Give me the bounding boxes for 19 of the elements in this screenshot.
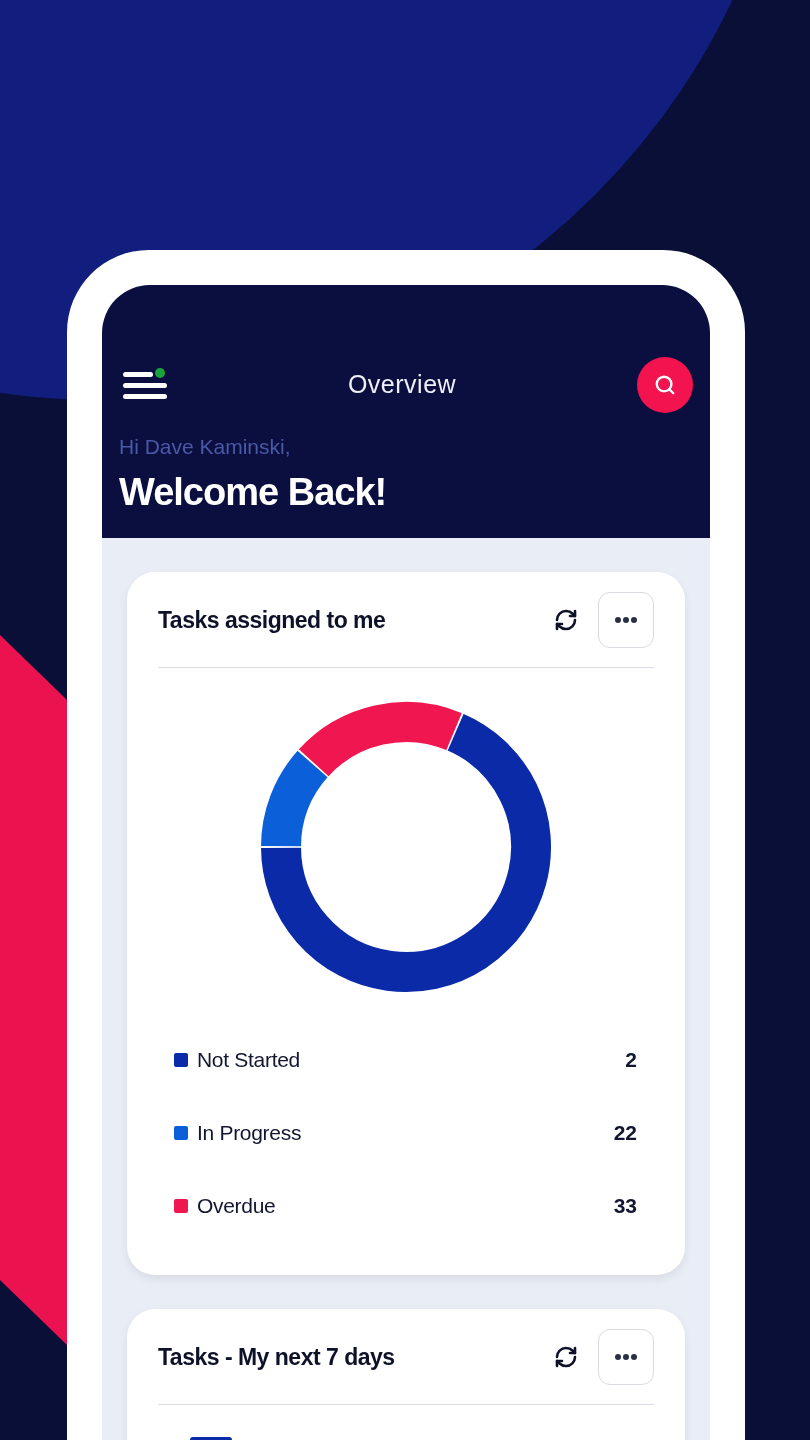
- welcome-heading: Welcome Back!: [119, 470, 388, 515]
- card-title: Tasks - My next 7 days: [158, 1342, 395, 1372]
- search-button[interactable]: [637, 357, 693, 413]
- legend-label: Overdue: [197, 1192, 276, 1219]
- search-icon: [654, 374, 676, 396]
- more-button[interactable]: [598, 1329, 654, 1385]
- legend-count: 33: [613, 1192, 637, 1219]
- more-icon: [615, 1354, 637, 1360]
- refresh-icon: [554, 608, 578, 632]
- legend-count: 2: [625, 1046, 637, 1073]
- greeting-text: Hi Dave Kaminski,: [119, 434, 292, 460]
- legend-label: Not Started: [197, 1046, 300, 1073]
- card-title: Tasks assigned to me: [158, 605, 386, 635]
- legend-label: In Progress: [197, 1119, 302, 1146]
- more-button[interactable]: [598, 592, 654, 648]
- legend-count: 22: [613, 1119, 637, 1146]
- more-icon: [615, 617, 637, 623]
- refresh-icon: [554, 1345, 578, 1369]
- screen-title: Overview: [347, 369, 457, 401]
